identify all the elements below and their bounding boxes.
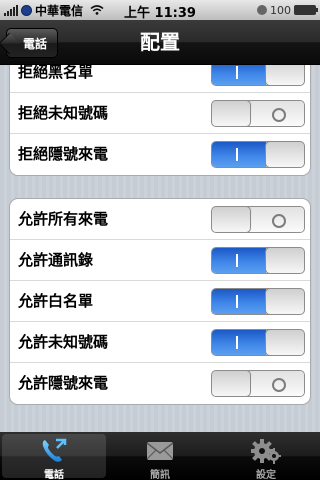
setting-label: 拒絕黑名單 (18, 65, 94, 81)
setting-label: 允許隱號來電 (18, 374, 109, 392)
setting-row-allow-whitelist: 允許白名單 (10, 281, 310, 322)
setting-row-allow-hidden: 允許隱號來電 (10, 363, 310, 404)
setting-row-reject-hidden: 拒絕隱號來電 (10, 134, 310, 175)
allow-hidden-switch[interactable] (211, 370, 305, 397)
setting-label: 允許白名單 (18, 292, 94, 310)
settings-group-allow: 允許所有來電 允許通訊錄 允許白名單 允許未知號碼 允許隱號來電 (9, 198, 311, 405)
allow-unknown-switch[interactable] (211, 329, 305, 356)
setting-label: 允許所有來電 (18, 210, 109, 228)
tab-label: 設定 (256, 470, 276, 480)
tab-label: 電話 (44, 470, 64, 480)
settings-list[interactable]: 拒絕黑名單 拒絕未知號碼 拒絕隱號來電 允許所有來電 允許通訊錄 允許白名單 允… (0, 65, 320, 432)
tab-bar: 電話 簡訊 設定 (0, 432, 320, 480)
setting-row-allow-all: 允許所有來電 (10, 199, 310, 240)
reject-unknown-switch[interactable] (211, 100, 305, 127)
phone-icon (42, 438, 67, 462)
status-bar: 中華電信 上午 11:39 100 (0, 0, 320, 21)
setting-row-allow-contacts: 允許通訊錄 (10, 240, 310, 281)
setting-row-reject-blacklist: 拒絕黑名單 (10, 65, 310, 93)
back-button[interactable]: 電話 (6, 28, 59, 58)
setting-label: 拒絕隱號來電 (18, 145, 109, 163)
settings-group-reject: 拒絕黑名單 拒絕未知號碼 拒絕隱號來電 (9, 65, 311, 176)
allow-contacts-switch[interactable] (211, 247, 305, 274)
tab-messages[interactable]: 簡訊 (108, 434, 212, 480)
tab-settings[interactable]: 設定 (214, 434, 318, 480)
reject-hidden-switch[interactable] (211, 141, 305, 168)
gear-icon (251, 439, 281, 464)
screen: 中華電信 上午 11:39 100 配置 電話 拒絕黑名單 拒絕未知號碼 拒絕隱… (0, 0, 320, 480)
envelope-icon (146, 442, 174, 460)
setting-row-allow-unknown: 允許未知號碼 (10, 322, 310, 363)
navigation-bar: 配置 電話 (0, 20, 320, 65)
setting-label: 允許通訊錄 (18, 251, 94, 269)
reject-blacklist-switch[interactable] (211, 65, 305, 86)
allow-all-switch[interactable] (211, 206, 305, 233)
allow-whitelist-switch[interactable] (211, 288, 305, 315)
setting-label: 允許未知號碼 (18, 333, 109, 351)
setting-row-reject-unknown: 拒絕未知號碼 (10, 93, 310, 134)
battery-icon (294, 5, 318, 15)
tab-phone[interactable]: 電話 (2, 434, 106, 480)
setting-label: 拒絕未知號碼 (18, 104, 109, 122)
tab-label: 簡訊 (150, 470, 170, 480)
status-time: 上午 11:39 (124, 6, 196, 21)
back-button-label: 電話 (23, 37, 48, 51)
